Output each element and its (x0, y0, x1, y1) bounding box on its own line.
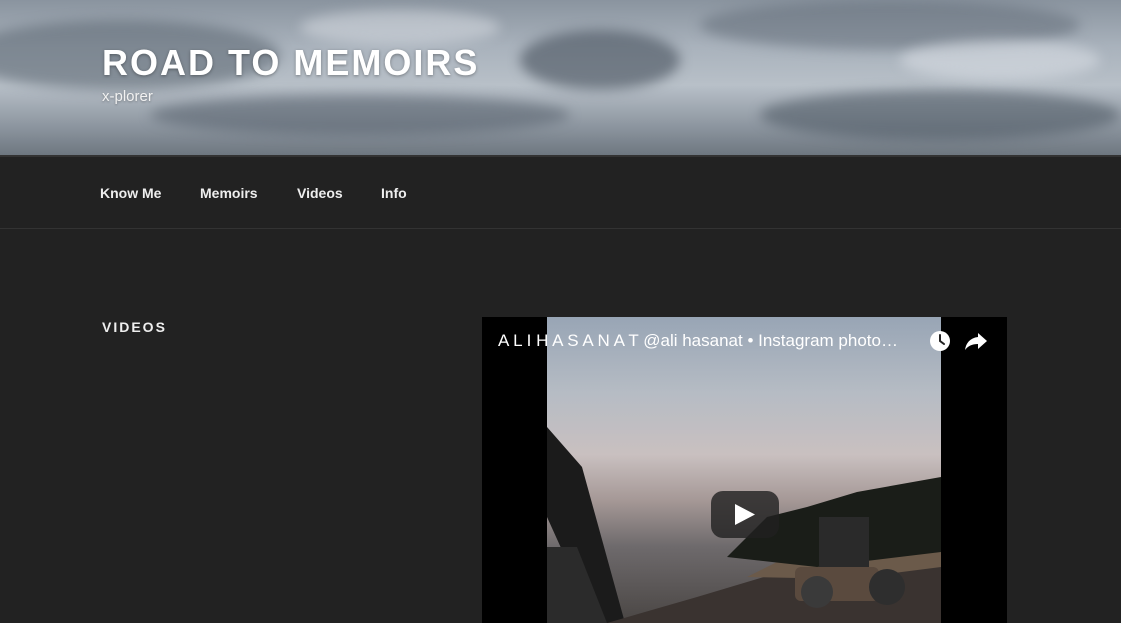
site-description: x-plorer (102, 88, 153, 105)
header-cloud (760, 90, 1120, 140)
header-cloud (520, 30, 680, 90)
header-cloud (900, 40, 1100, 80)
site-title[interactable]: ROAD TO MEMOIRS (102, 42, 479, 84)
nav-item-info[interactable]: Info (381, 185, 407, 201)
play-icon (735, 504, 755, 525)
nav-item-memoirs[interactable]: Memoirs (200, 185, 258, 201)
site-header: ROAD TO MEMOIRS x-plorer (0, 0, 1121, 155)
video-title[interactable]: A L I H A S A N A T @ali hasanat • Insta… (498, 331, 918, 351)
header-cloud (300, 10, 500, 45)
widget-title: VIDEOS (102, 319, 167, 335)
header-cloud (150, 95, 570, 135)
nav-item-videos[interactable]: Videos (297, 185, 343, 201)
share-icon[interactable] (964, 330, 988, 352)
main-navigation: Know Me Memoirs Videos Info (0, 155, 1121, 229)
nav-item-know-me[interactable]: Know Me (100, 185, 161, 201)
video-player[interactable]: A L I H A S A N A T @ali hasanat • Insta… (482, 317, 1007, 623)
play-button[interactable] (711, 491, 779, 538)
clock-icon[interactable] (929, 330, 951, 352)
video-thumbnail (547, 317, 941, 623)
video-scene (547, 427, 941, 623)
